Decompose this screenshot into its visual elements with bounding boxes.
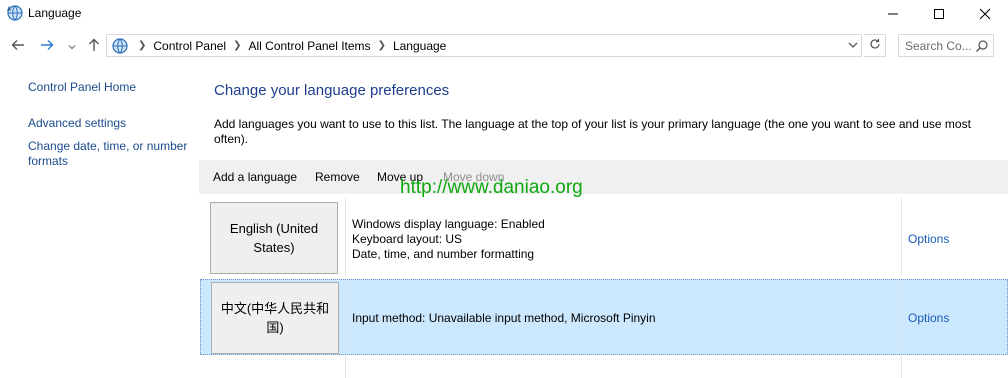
remove-button[interactable]: Remove: [315, 170, 360, 184]
arrow-up-icon: [88, 38, 100, 55]
language-detail-line: Date, time, and number formatting: [352, 247, 535, 261]
arrow-right-icon: [40, 39, 54, 54]
sidebar-item-change-date-formats[interactable]: Change date, time, or number formats: [28, 139, 198, 169]
breadcrumb: ❯ Control Panel ❯ All Control Panel Item…: [111, 35, 446, 56]
window-title: Language: [28, 6, 82, 20]
language-details: Windows display language: Enabled Keyboa…: [352, 217, 545, 262]
language-detail-line: Keyboard layout: US: [352, 232, 463, 246]
close-button[interactable]: [962, 0, 1008, 28]
language-row-selected[interactable]: 中文(中华人民共和国) Input method: Unavailable in…: [200, 279, 1008, 355]
breadcrumb-separator: ❯: [377, 40, 386, 51]
address-dropdown-button[interactable]: [848, 38, 858, 55]
maximize-button[interactable]: [916, 0, 962, 28]
language-name-button[interactable]: English (United States): [210, 202, 338, 274]
forward-button[interactable]: [37, 36, 57, 56]
language-detail-line: Input method: Unavailable input method, …: [352, 311, 656, 325]
options-link[interactable]: Options: [908, 232, 949, 246]
language-detail-line: Windows display language: Enabled: [352, 217, 545, 231]
up-button[interactable]: [84, 36, 104, 56]
refresh-icon: [869, 38, 881, 53]
breadcrumb-language[interactable]: Language: [393, 39, 446, 53]
control-panel-icon: [111, 37, 129, 55]
add-language-button[interactable]: Add a language: [213, 170, 297, 184]
page-description: Add languages you want to use to this li…: [214, 117, 971, 146]
column-divider: [345, 198, 346, 276]
column-divider: [901, 198, 902, 276]
recent-locations-button[interactable]: [62, 36, 82, 56]
column-divider: [901, 280, 902, 354]
sidebar-item-advanced-settings[interactable]: Advanced settings: [28, 116, 198, 131]
breadcrumb-control-panel[interactable]: Control Panel: [153, 39, 226, 53]
empty-list-area: [200, 356, 1008, 378]
sidebar-item-control-panel-home[interactable]: Control Panel Home: [28, 80, 198, 95]
language-name-button[interactable]: 中文(中华人民共和国): [211, 282, 339, 354]
refresh-button[interactable]: [864, 34, 886, 57]
language-row[interactable]: English (United States) Windows display …: [200, 198, 1008, 276]
search-icon[interactable]: [975, 39, 989, 56]
breadcrumb-separator: ❯: [233, 40, 242, 51]
search-input[interactable]: Search Co...: [898, 34, 994, 57]
page-title: Change your language preferences: [214, 82, 450, 99]
column-divider: [345, 280, 346, 354]
breadcrumb-separator: ❯: [138, 40, 147, 51]
back-button[interactable]: [8, 36, 28, 56]
column-divider: [345, 356, 346, 378]
language-toolbar: Add a language Remove Move up Move down: [199, 160, 1008, 194]
sidebar: Control Panel Home Advanced settings Cha…: [28, 78, 198, 169]
column-divider: [901, 356, 902, 378]
watermark-text: http://www.daniao.org: [400, 177, 583, 198]
chevron-down-icon: [68, 39, 76, 53]
language-globe-icon: A: [6, 4, 24, 22]
language-details: Input method: Unavailable input method, …: [352, 311, 656, 326]
address-bar[interactable]: ❯ Control Panel ❯ All Control Panel Item…: [106, 34, 862, 57]
minimize-button[interactable]: [870, 0, 916, 28]
options-link[interactable]: Options: [908, 311, 949, 325]
title-bar: A Language: [0, 0, 1008, 28]
search-placeholder: Search Co...: [905, 39, 972, 53]
breadcrumb-all-items[interactable]: All Control Panel Items: [249, 39, 371, 53]
arrow-left-icon: [11, 39, 25, 54]
